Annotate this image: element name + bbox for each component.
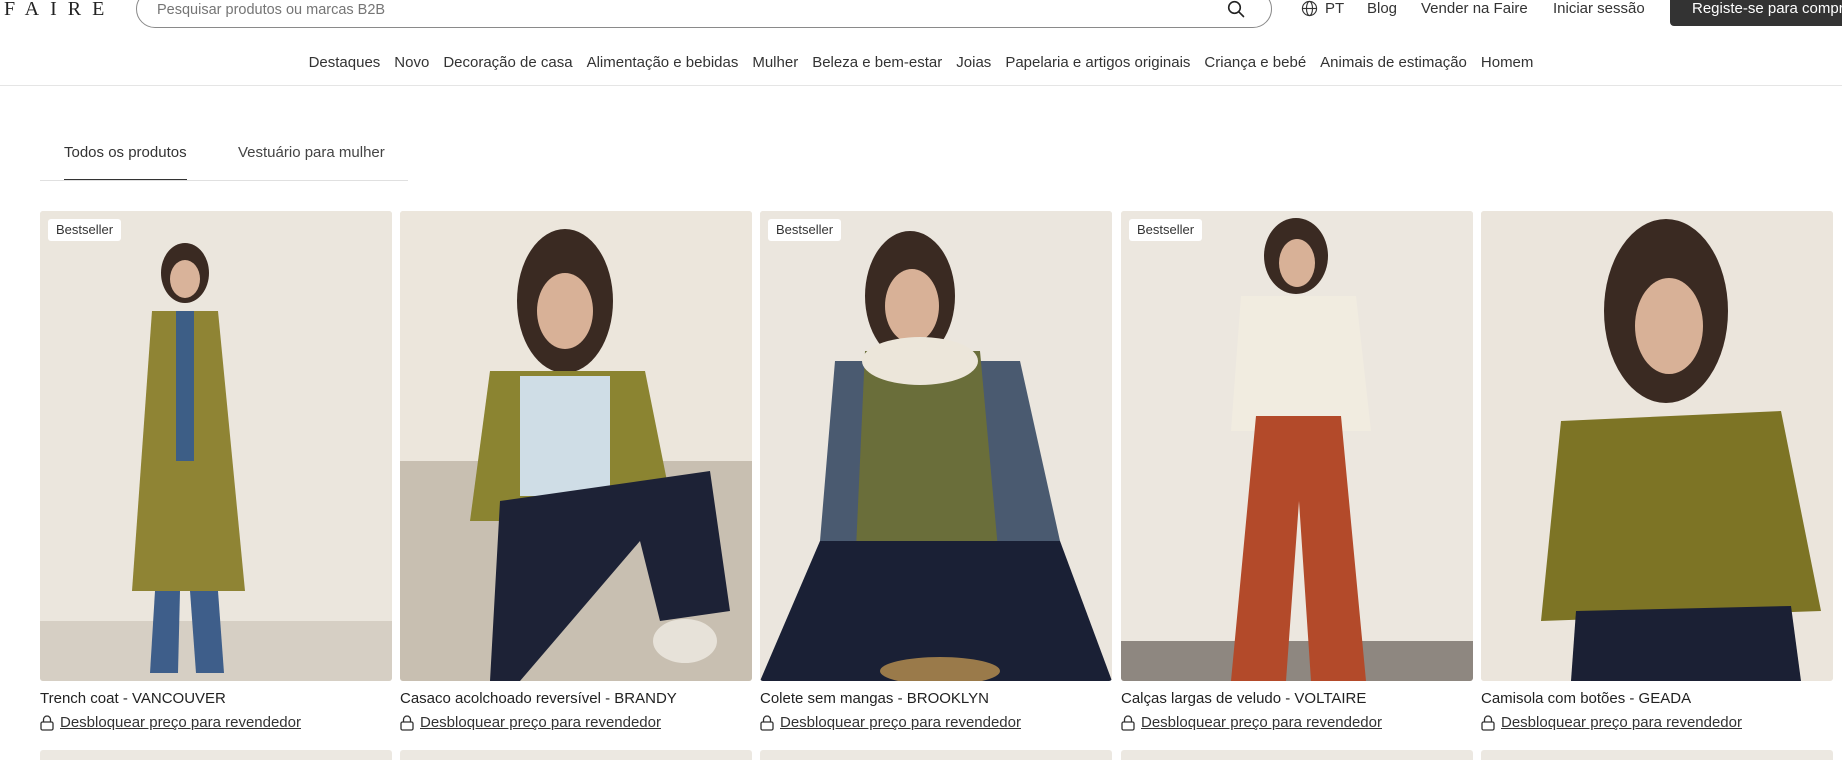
product-card-next-row[interactable] [1121, 750, 1473, 760]
login-link[interactable]: Iniciar sessão [1553, 0, 1645, 18]
lock-icon [40, 715, 54, 731]
category-nav-item[interactable]: Mulher [752, 44, 798, 82]
top-header: FAIRE Pesquisar produtos ou marcas B2B P… [0, 0, 1842, 30]
product-image[interactable] [760, 211, 1112, 681]
tab-all-products[interactable]: Todos os produtos [64, 144, 187, 180]
category-nav-item[interactable]: Homem [1481, 44, 1534, 82]
product-image[interactable] [1121, 211, 1473, 681]
category-nav-item[interactable]: Animais de estimação [1320, 44, 1467, 82]
product-name[interactable]: Trench coat - VANCOUVER [40, 690, 226, 708]
category-nav-item[interactable]: Papelaria e artigos originais [1005, 44, 1190, 82]
unlock-price-text[interactable]: Desbloquear preço para revendedor [1141, 714, 1382, 732]
model-quilted-jacket-image [400, 211, 752, 681]
unlock-price-text[interactable]: Desbloquear preço para revendedor [1501, 714, 1742, 732]
product-name[interactable]: Camisola com botões - GEADA [1481, 690, 1691, 708]
product-name[interactable]: Colete sem mangas - BROOKLYN [760, 690, 989, 708]
category-nav-item[interactable]: Joias [956, 44, 991, 82]
product-image[interactable] [400, 211, 752, 681]
language-selector[interactable]: PT [1325, 0, 1344, 18]
search-icon[interactable] [1227, 0, 1245, 18]
product-image[interactable] [1481, 211, 1833, 681]
product-card-next-row[interactable] [40, 750, 392, 760]
bestseller-badge: Bestseller [768, 219, 842, 241]
model-vest-image [760, 211, 1112, 681]
lock-icon [760, 715, 774, 731]
lock-icon [400, 715, 414, 731]
category-nav: Destaques Novo Decoração de casa Alimentaçã… [0, 44, 1842, 86]
unlock-price-text[interactable]: Desbloquear preço para revendedor [780, 714, 1021, 732]
category-nav-item[interactable]: Decoração de casa [443, 44, 572, 82]
category-nav-item[interactable]: Criança e bebé [1204, 44, 1306, 82]
globe-icon[interactable] [1301, 0, 1318, 17]
register-button[interactable]: Registe-se para comprar [1670, 0, 1842, 26]
faire-logo[interactable]: FAIRE [4, 0, 115, 19]
tab-womens-apparel[interactable]: Vestuário para mulher [238, 144, 385, 162]
search-bar[interactable]: Pesquisar produtos ou marcas B2B [136, 0, 1272, 28]
product-name[interactable]: Calças largas de veludo - VOLTAIRE [1121, 690, 1366, 708]
blog-link[interactable]: Blog [1367, 0, 1397, 18]
sell-on-faire-link[interactable]: Vender na Faire [1421, 0, 1528, 18]
product-image[interactable] [40, 211, 392, 681]
model-velvet-trousers-image [1121, 211, 1473, 681]
bestseller-badge: Bestseller [1129, 219, 1203, 241]
lock-icon [1121, 715, 1135, 731]
lock-icon [1481, 715, 1495, 731]
product-card-next-row[interactable] [1481, 750, 1833, 760]
model-trench-coat-image [40, 211, 392, 681]
category-nav-item[interactable]: Beleza e bem-estar [812, 44, 942, 82]
model-knit-sweater-image [1481, 211, 1833, 681]
category-nav-item[interactable]: Alimentação e bebidas [587, 44, 739, 82]
product-name[interactable]: Casaco acolchoado reversível - BRANDY [400, 690, 677, 708]
unlock-price-text[interactable]: Desbloquear preço para revendedor [420, 714, 661, 732]
product-card-next-row[interactable] [400, 750, 752, 760]
bestseller-badge: Bestseller [48, 219, 122, 241]
category-nav-item[interactable]: Novo [394, 44, 429, 82]
search-input[interactable]: Pesquisar produtos ou marcas B2B [157, 1, 385, 19]
category-nav-item[interactable]: Destaques [309, 44, 381, 82]
product-tabs: Todos os produtos Vestuário para mulher [40, 140, 408, 181]
unlock-price-text[interactable]: Desbloquear preço para revendedor [60, 714, 301, 732]
product-card-next-row[interactable] [760, 750, 1112, 760]
